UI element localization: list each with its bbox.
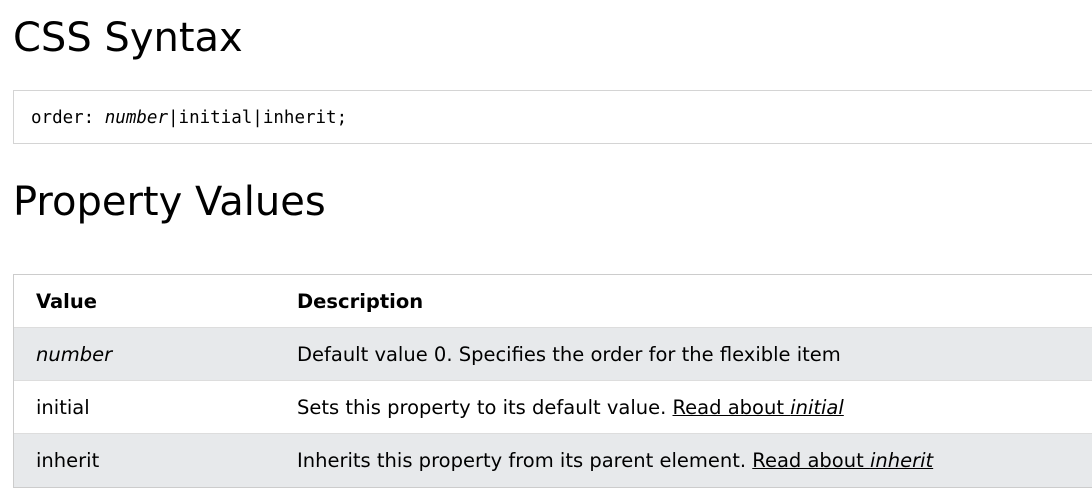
link-prefix: Read about <box>752 449 870 472</box>
syntax-inherit: inherit <box>262 108 337 128</box>
row-description-text: Sets this property to its default value. <box>297 395 673 419</box>
syntax-suffix: ; <box>336 108 348 128</box>
row-description: Sets this property to its default value.… <box>297 396 1092 419</box>
header-value: Value <box>36 289 97 313</box>
table-row: number Default value 0. Specifies the or… <box>14 328 1092 381</box>
read-about-inherit-link[interactable]: Read about inherit <box>752 449 933 472</box>
table-row: inherit Inherits this property from its … <box>14 434 1092 487</box>
property-values-table: Value Description number Default value 0… <box>13 274 1092 488</box>
row-value: inherit <box>36 449 100 472</box>
syntax-separator: | <box>252 108 263 128</box>
header-description: Description <box>297 289 424 313</box>
table-header-row: Value Description <box>14 275 1092 328</box>
table-row: initial Sets this property to its defaul… <box>14 381 1092 434</box>
link-prefix: Read about <box>672 395 791 419</box>
page: CSS Syntax order: number|initial|inherit… <box>0 0 1092 497</box>
syntax-initial: initial <box>178 108 253 128</box>
row-value: initial <box>36 395 90 419</box>
css-syntax-heading: CSS Syntax <box>13 15 243 61</box>
link-term: initial <box>790 395 844 419</box>
row-description-text: Inherits this property from its parent e… <box>297 449 753 472</box>
row-description: Default value 0. Specifies the order for… <box>297 343 1092 366</box>
read-about-initial-link[interactable]: Read about initial <box>673 396 844 419</box>
syntax-code-box: order: number|initial|inherit; <box>13 90 1092 144</box>
syntax-number: number <box>104 108 168 128</box>
syntax-prefix: order: <box>31 108 105 128</box>
row-description: Inherits this property from its parent e… <box>297 449 1092 472</box>
row-description-text: Default value 0. Specifies the order for… <box>297 342 841 366</box>
syntax-separator: | <box>167 108 179 128</box>
row-value: number <box>36 342 113 366</box>
property-values-heading: Property Values <box>13 179 326 225</box>
link-term: inherit <box>869 449 934 472</box>
